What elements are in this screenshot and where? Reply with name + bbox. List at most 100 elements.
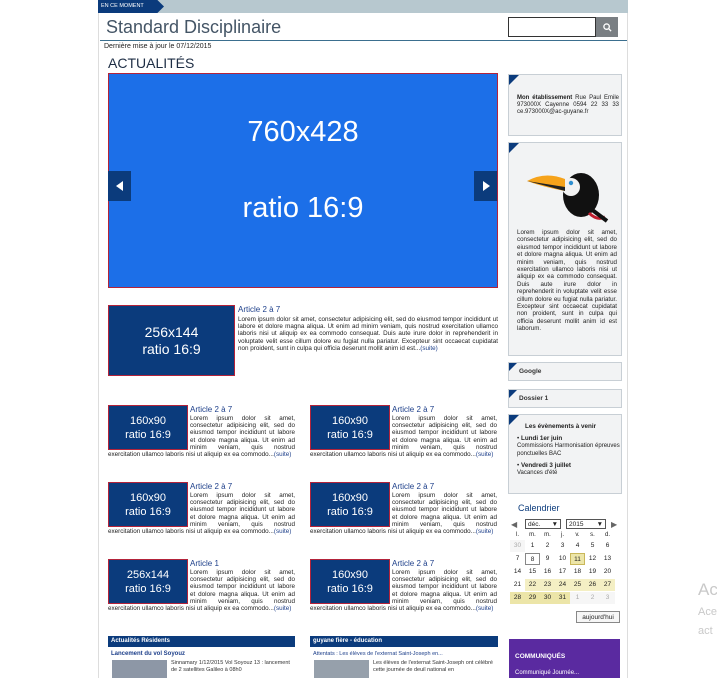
article-more-link[interactable]: (suite) xyxy=(476,605,494,612)
calendar-day[interactable]: 6 xyxy=(600,540,615,552)
calendar-next-month[interactable]: ▶ xyxy=(611,520,617,529)
search-input[interactable] xyxy=(508,17,596,37)
calendar-day[interactable]: 30 xyxy=(540,592,555,604)
ticker-label-text: EN CE MOMENT xyxy=(101,3,144,9)
calendar-prev-month[interactable]: ◀ xyxy=(511,520,517,529)
feed-header-residents: Actualités Résidents xyxy=(108,636,295,647)
calendar-day[interactable]: 20 xyxy=(600,566,615,578)
lead-thumbnail[interactable]: 256x144 ratio 16:9 xyxy=(108,305,235,376)
slider[interactable]: 760x428 ratio 16:9 xyxy=(108,73,498,288)
feed-item-text-education: Les élèves de l'externat Saint-Joseph on… xyxy=(373,660,493,673)
calendar-day[interactable]: 28 xyxy=(510,592,525,604)
event-2[interactable]: • Vendredi 3 juillet Vacances d'été xyxy=(517,462,621,477)
communiques-title: COMMUNIQUÉS xyxy=(515,653,566,660)
calendar-today-label: aujourd'hui xyxy=(582,614,614,621)
calendar-day[interactable]: 3 xyxy=(600,592,615,604)
calendar-day[interactable]: 23 xyxy=(540,579,555,591)
calendar-day[interactable]: 27 xyxy=(600,579,615,591)
calendar-day[interactable]: 4 xyxy=(570,540,585,552)
calendar-day[interactable]: 12 xyxy=(585,553,600,565)
article-title[interactable]: Article 1 xyxy=(190,559,219,568)
calendar-day[interactable]: 2 xyxy=(540,540,555,552)
ticker-label[interactable]: EN CE MOMENT xyxy=(98,0,164,13)
calendar-month-select[interactable]: déc. ▼ xyxy=(525,519,561,529)
sidebar-dossier-link[interactable]: Dossier 1 xyxy=(508,389,622,408)
toucan-icon xyxy=(527,173,609,223)
panel-corner xyxy=(509,363,517,371)
calendar-year-select[interactable]: 2015 ▼ xyxy=(566,519,606,529)
lead-title[interactable]: Article 2 à 7 xyxy=(238,305,280,314)
panel-corner xyxy=(509,415,519,425)
article-text: Lorem ipsum dolor sit amet, consectetur … xyxy=(108,492,295,535)
event-1[interactable]: • Lundi 1er juin Commissions Harmonisati… xyxy=(517,435,621,458)
calendar-title: Calendrier xyxy=(518,503,560,513)
feed-thumb-residents[interactable] xyxy=(112,660,167,678)
panel-corner xyxy=(509,75,519,85)
article-title[interactable]: Article 2 à 7 xyxy=(190,405,232,414)
calendar-day[interactable]: 11 xyxy=(570,553,585,565)
article-title[interactable]: Article 2 à 7 xyxy=(392,482,434,491)
article-title[interactable]: Article 2 à 7 xyxy=(190,482,232,491)
calendar-day[interactable]: 31 xyxy=(555,592,570,604)
calendar-day[interactable]: 15 xyxy=(525,566,540,578)
article-title[interactable]: Article 2 à 7 xyxy=(392,405,434,414)
sidebar-events-panel: Les évènements à venir • Lundi 1er juin … xyxy=(508,414,622,494)
lead-more-link[interactable]: (suite) xyxy=(420,345,438,352)
sidebar-bird-panel: Lorem ipsum dolor sit amet, consectetur … xyxy=(508,142,622,356)
calendar-day-header: l. xyxy=(516,532,519,538)
top-ticker-bar xyxy=(98,0,628,13)
article-more-link[interactable]: (suite) xyxy=(274,605,292,612)
article-text: Lorem ipsum dolor sit amet, consectetur … xyxy=(108,415,295,458)
google-label: Google xyxy=(519,368,542,375)
calendar-day[interactable]: 24 xyxy=(555,579,570,591)
event-2-date: Vendredi 3 juillet xyxy=(520,462,572,469)
calendar-day[interactable]: 21 xyxy=(510,579,525,591)
calendar-day[interactable]: 3 xyxy=(555,540,570,552)
feed-item-title-education[interactable]: Attentats : Les élèves de l'externat Sai… xyxy=(313,651,443,657)
calendar-day[interactable]: 25 xyxy=(570,579,585,591)
slider-next-button[interactable] xyxy=(474,171,497,201)
event-1-date: Lundi 1er juin xyxy=(520,435,563,442)
feed-item-title-residents[interactable]: Lancement du vol Soyouz xyxy=(111,651,185,657)
calendar-today-button[interactable]: aujourd'hui xyxy=(576,611,620,623)
article-title[interactable]: Article 2 à 7 xyxy=(392,559,434,568)
calendar-day[interactable]: 14 xyxy=(510,566,525,578)
calendar-day[interactable]: 29 xyxy=(525,592,540,604)
calendar-day[interactable]: 16 xyxy=(540,566,555,578)
calendar-day[interactable]: 1 xyxy=(570,592,585,604)
calendar-day[interactable]: 2 xyxy=(585,592,600,604)
section-title: ACTUALITÉS xyxy=(108,55,195,71)
calendar-day-header: m. xyxy=(529,532,536,538)
calendar-day[interactable]: 22 xyxy=(525,579,540,591)
calendar-year-value: 2015 xyxy=(569,521,584,528)
calendar-day-header: s. xyxy=(590,532,595,538)
feed-header-education-text: guyane fière - éducation xyxy=(313,638,383,644)
search-button[interactable] xyxy=(596,17,618,37)
article-more-link[interactable]: (suite) xyxy=(476,528,494,535)
site-title[interactable]: Standard Disciplinaire xyxy=(106,17,281,38)
calendar-day[interactable]: 9 xyxy=(540,553,555,565)
calendar-day[interactable]: 8 xyxy=(525,553,540,565)
calendar-day[interactable]: 1 xyxy=(525,540,540,552)
calendar-day[interactable]: 5 xyxy=(585,540,600,552)
feed-thumb-education[interactable] xyxy=(314,660,369,678)
article-more-link[interactable]: (suite) xyxy=(476,451,494,458)
overlay-text-line2: Ace xyxy=(698,606,717,618)
calendar-day[interactable]: 17 xyxy=(555,566,570,578)
calendar-day[interactable]: 10 xyxy=(555,553,570,565)
calendar-day[interactable]: 18 xyxy=(570,566,585,578)
slider-prev-button[interactable] xyxy=(108,171,131,201)
calendar-day[interactable]: 7 xyxy=(510,553,525,565)
calendar-day[interactable]: 13 xyxy=(600,553,615,565)
article-more-link[interactable]: (suite) xyxy=(274,451,292,458)
calendar-day[interactable]: 19 xyxy=(585,566,600,578)
article-text-spacer xyxy=(310,415,392,451)
article-text: Lorem ipsum dolor sit amet, consectetur … xyxy=(310,492,497,535)
dossier-label: Dossier 1 xyxy=(519,395,549,402)
communiques-item[interactable]: Communiqué Journée... xyxy=(515,670,579,676)
calendar-day[interactable]: 30 xyxy=(510,540,525,552)
calendar-day[interactable]: 26 xyxy=(585,579,600,591)
sidebar-google-link[interactable]: Google xyxy=(508,362,622,381)
panel-corner xyxy=(509,390,517,398)
article-more-link[interactable]: (suite) xyxy=(274,528,292,535)
